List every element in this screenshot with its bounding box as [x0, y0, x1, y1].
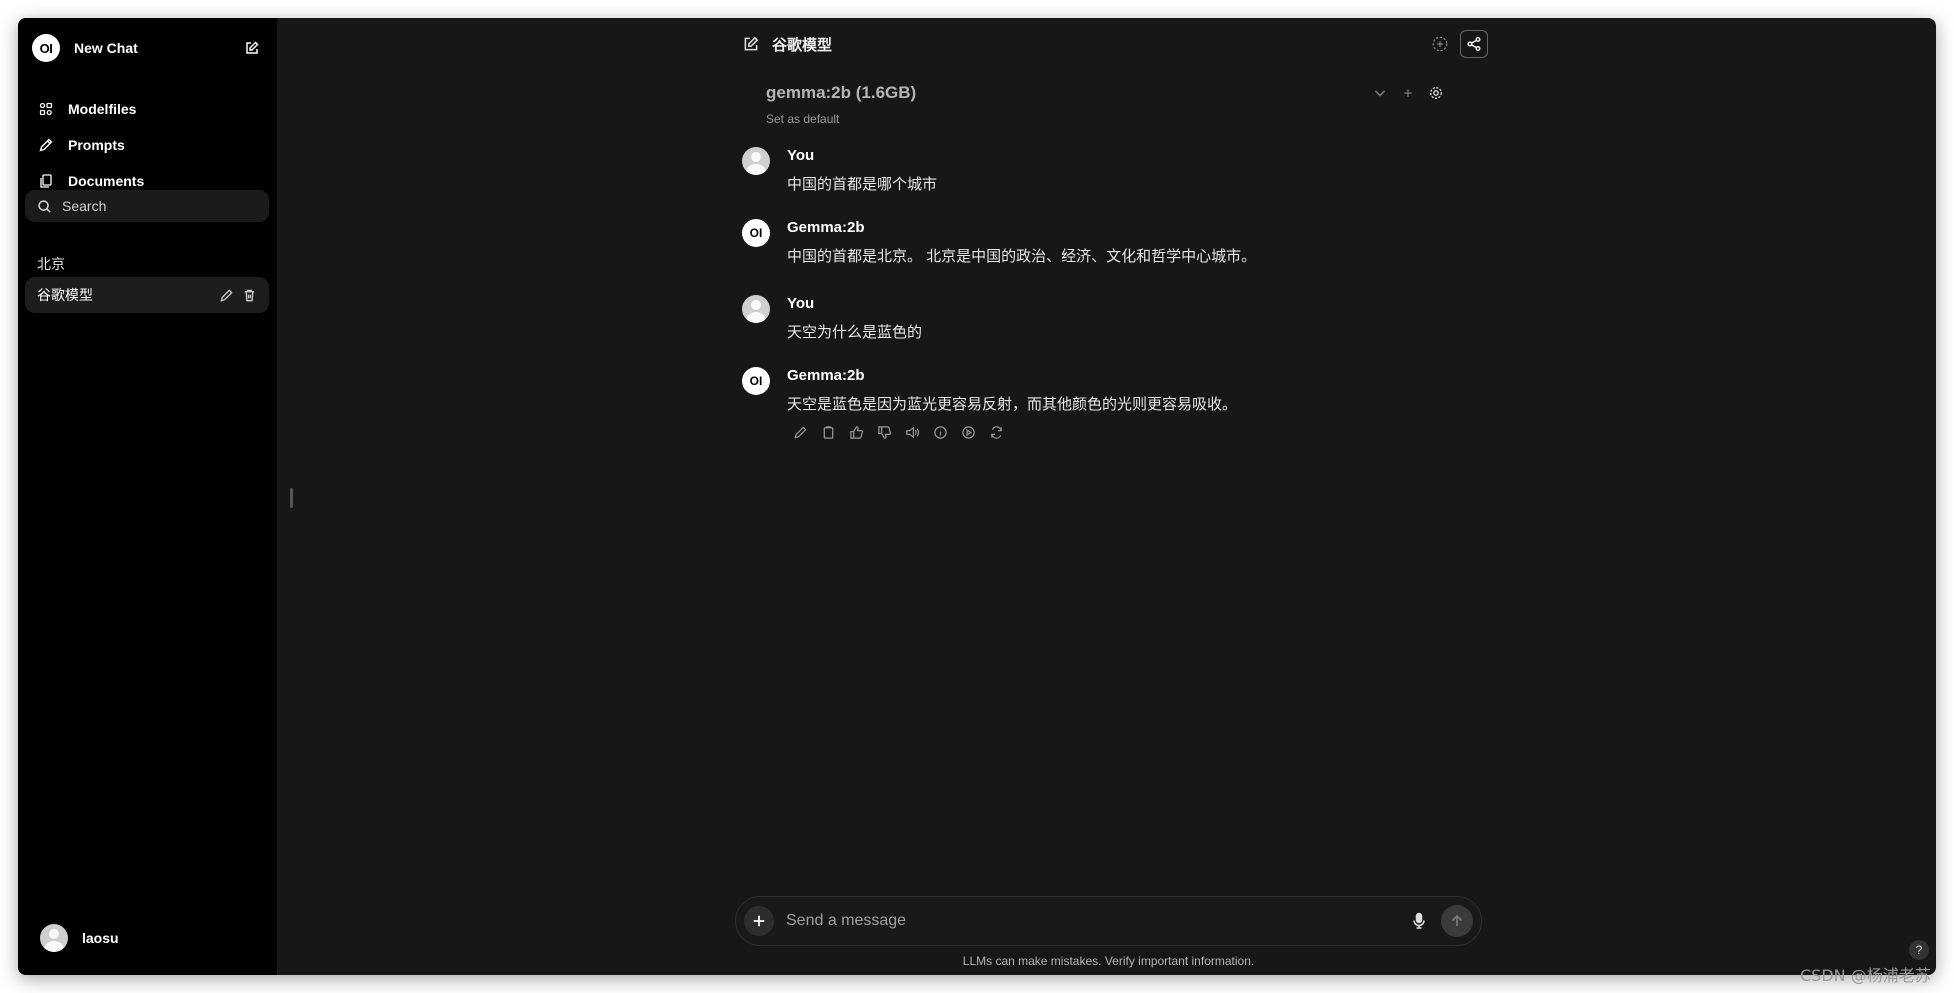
speaker-icon[interactable] — [903, 423, 921, 441]
avatar — [742, 295, 770, 323]
new-chat-label: New Chat — [74, 40, 138, 56]
compose-icon[interactable] — [244, 40, 260, 56]
message-input[interactable] — [786, 912, 1405, 930]
model-avatar: OI — [742, 219, 770, 247]
new-chat-header-button[interactable] — [1426, 30, 1454, 58]
modelfiles-icon — [38, 101, 54, 117]
user-menu[interactable]: laosu — [40, 924, 119, 952]
message-text: 天空是蓝色是因为蓝光更容易反射，而其他颜色的光则更容易吸收。 — [787, 396, 1238, 413]
message-sender: You — [787, 295, 815, 312]
user-name: laosu — [82, 930, 119, 946]
new-chat-button[interactable]: OI New Chat — [32, 30, 264, 66]
avatar — [40, 924, 68, 952]
chat-title: 谷歌模型 — [772, 36, 833, 54]
share-button[interactable] — [1460, 30, 1488, 58]
sidebar-item-modelfiles[interactable]: Modelfiles — [38, 94, 264, 124]
attach-button[interactable] — [744, 906, 774, 936]
chat-item-title: 谷歌模型 — [37, 287, 93, 303]
share-icon — [1467, 37, 1481, 51]
sidebar: OI New Chat Modelfiles Prompts Documents… — [18, 18, 277, 975]
info-icon[interactable] — [931, 423, 949, 441]
copy-icon[interactable] — [819, 423, 837, 441]
regenerate-icon[interactable] — [987, 423, 1005, 441]
message-text: 中国的首都是哪个城市 — [787, 176, 938, 193]
disclaimer-text: LLMs can make mistakes. Verify important… — [962, 954, 1255, 968]
search-icon — [38, 199, 51, 213]
message-text: 中国的首都是北京。 北京是中国的政治、经济、文化和哲学中心城市。 — [787, 248, 1257, 265]
microphone-icon — [1413, 912, 1425, 929]
thumbs-up-icon[interactable] — [847, 423, 865, 441]
microphone-button[interactable] — [1405, 907, 1433, 935]
help-button[interactable]: ? — [1909, 940, 1929, 960]
app-window: OI New Chat Modelfiles Prompts Documents… — [18, 18, 1936, 975]
message-sender: Gemma:2b — [787, 367, 865, 384]
sidebar-item-label: Modelfiles — [68, 101, 137, 117]
plus-circle-icon — [1432, 36, 1448, 52]
edit-icon[interactable] — [791, 423, 809, 441]
model-avatar: OI — [742, 367, 770, 395]
add-model-icon[interactable] — [1402, 87, 1414, 99]
sidebar-item-label: Documents — [68, 173, 145, 189]
message-text: 天空为什么是蓝色的 — [787, 324, 923, 341]
sidebar-item-label: Prompts — [68, 137, 125, 153]
send-button[interactable] — [1441, 905, 1473, 937]
rename-icon[interactable] — [219, 288, 234, 303]
plus-icon — [753, 915, 765, 927]
message-sender: You — [787, 147, 815, 164]
arrow-up-icon — [1451, 914, 1463, 926]
gear-icon[interactable] — [1428, 85, 1444, 101]
thumbs-down-icon[interactable] — [875, 423, 893, 441]
set-as-default-link[interactable]: Set as default — [766, 112, 839, 126]
pencil-icon — [38, 137, 54, 153]
sidebar-item-prompts[interactable]: Prompts — [38, 130, 264, 160]
message-actions — [791, 423, 1005, 441]
model-name: gemma:2b (1.6GB) — [766, 83, 917, 102]
trash-icon[interactable] — [242, 288, 257, 303]
edit-chat-icon[interactable] — [742, 35, 760, 53]
avatar — [742, 147, 770, 175]
chat-main: 谷歌模型 gemma:2b (1.6GB) Set as default You… — [277, 18, 1936, 975]
app-logo: OI — [32, 34, 60, 62]
watermark: CSDN @杨浦老苏 — [1800, 966, 1931, 985]
model-selector[interactable]: gemma:2b (1.6GB) — [766, 80, 1446, 106]
chevron-down-icon[interactable] — [1372, 85, 1388, 101]
search-input[interactable]: Search — [25, 190, 269, 222]
message-sender: Gemma:2b — [787, 219, 865, 236]
chat-group-label: 北京 — [37, 256, 65, 272]
chat-item-active[interactable]: 谷歌模型 — [25, 277, 269, 313]
documents-icon — [38, 173, 54, 189]
chat-header: 谷歌模型 — [742, 28, 1488, 60]
play-icon[interactable] — [959, 423, 977, 441]
search-placeholder: Search — [62, 198, 107, 214]
message-composer — [735, 896, 1482, 946]
